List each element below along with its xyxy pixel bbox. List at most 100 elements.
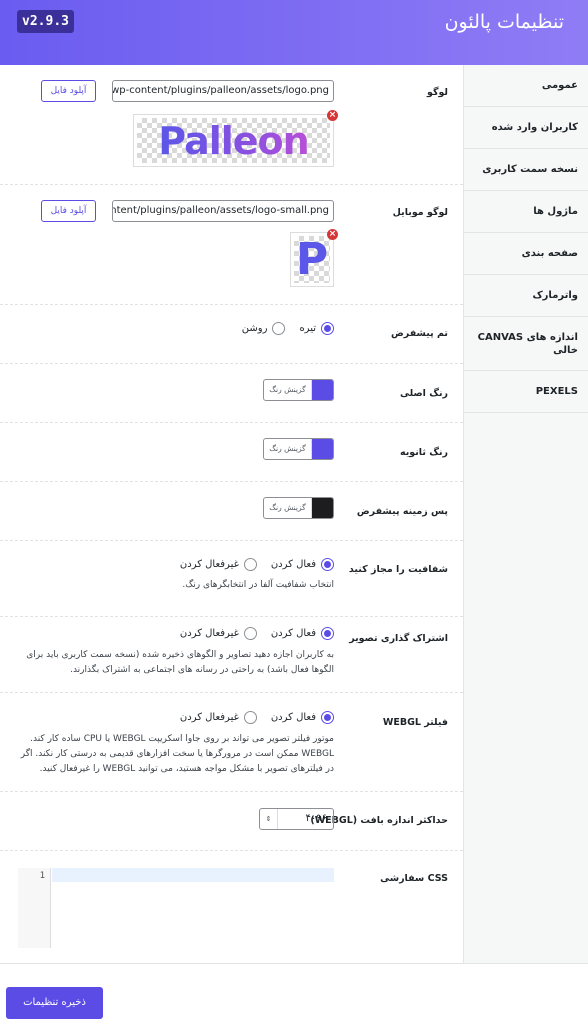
- logo-label: لوگو: [426, 87, 448, 98]
- mobile-logo-upload-button[interactable]: آپلود فایل: [41, 200, 96, 222]
- webgl-filter-label: فیلتر WEBGL: [382, 717, 448, 728]
- color-picker-label: گزینش رنگ: [264, 439, 312, 459]
- theme-dark-label: تیره: [299, 323, 316, 334]
- mobile-logo-row: لوگو موبایل content/plugins/palleon/asse…: [0, 185, 463, 305]
- palleon-small-logo: P: [295, 236, 329, 283]
- sidebar-item-frontend[interactable]: نسخه سمت کاربری: [463, 149, 588, 191]
- sidebar-item-label: اندازه های CANVAS خالی: [477, 331, 578, 356]
- webgl-enable-option[interactable]: فعال کردن: [271, 711, 334, 724]
- theme-dark-option[interactable]: تیره: [299, 322, 334, 335]
- sidebar-item-pagination[interactable]: صفحه بندی: [463, 233, 588, 275]
- sidebar-item-general[interactable]: عمومی: [463, 65, 588, 107]
- logo-remove-icon[interactable]: ×: [327, 110, 338, 121]
- color-picker-label: گزینش رنگ: [264, 380, 312, 400]
- default-background-row: پس زمینه پیشفرض گزینش رنگ: [0, 482, 463, 541]
- sidebar-item-canvas-sizes[interactable]: اندازه های CANVAS خالی: [463, 317, 588, 371]
- max-texture-size-value: ۴۰۹۶: [305, 813, 327, 824]
- header-bar: تنظیمات پالئون v2.9.3: [0, 0, 588, 65]
- secondary-color-swatch: [312, 439, 333, 459]
- sharing-enable-radio[interactable]: [321, 627, 334, 640]
- mobile-logo-label: لوگو موبایل: [392, 207, 448, 218]
- logo-preview: Palleon: [133, 114, 334, 167]
- css-editor-gutter: 1: [18, 868, 51, 948]
- allow-transparency-radio-group: فعال کردن غیرفعال کردن: [166, 558, 334, 571]
- default-theme-row: تم پیشفرض تیره روشن: [0, 305, 463, 364]
- primary-color-swatch: [312, 380, 333, 400]
- transparency-disable-radio[interactable]: [243, 558, 257, 571]
- secondary-color-row: رنگ ثانویه گزینش رنگ: [0, 423, 463, 482]
- transparency-enable-option[interactable]: فعال کردن: [271, 558, 334, 571]
- transparency-enable-label: فعال کردن: [270, 559, 316, 570]
- sidebar-item-logged-in-users[interactable]: کاربران وارد شده: [463, 107, 588, 149]
- logo-upload-button[interactable]: آپلود فایل: [41, 80, 96, 102]
- webgl-disable-radio[interactable]: [243, 711, 257, 724]
- sidebar-item-label: نسخه سمت کاربری: [482, 164, 578, 175]
- sharing-disable-label: غیرفعال کردن: [179, 628, 239, 639]
- max-texture-size-input[interactable]: ⇕ ۴۰۹۶: [259, 808, 334, 830]
- transparency-enable-radio[interactable]: [321, 558, 334, 571]
- webgl-enable-radio[interactable]: [321, 711, 334, 724]
- mobile-logo-url-input[interactable]: content/plugins/palleon/assets/logo-smal…: [112, 200, 334, 222]
- settings-main: لوگو l/wp-content/plugins/palleon/assets…: [0, 65, 463, 963]
- sharing-disable-option[interactable]: غیرفعال کردن: [180, 627, 257, 640]
- mobile-logo-remove-icon[interactable]: ×: [327, 229, 338, 240]
- sidebar-item-label: PEXELS: [535, 386, 578, 397]
- palleon-logo: Palleon: [158, 118, 309, 163]
- sidebar-item-label: واترمارک: [532, 290, 578, 301]
- webgl-filter-description: موتور فیلتر تصویر می تواند بر روی جاوا ا…: [20, 734, 334, 774]
- custom-css-label: CSS سفارشی: [380, 873, 448, 884]
- sharing-disable-radio[interactable]: [243, 627, 257, 640]
- sidebar-item-pexels[interactable]: PEXELS: [463, 371, 588, 413]
- secondary-color-label: رنگ ثانویه: [399, 447, 448, 458]
- image-sharing-row: اشتراک گذاری تصویر فعال کردن غیرفعال کرد…: [0, 617, 463, 693]
- theme-light-label: روشن: [241, 323, 268, 334]
- sidebar-item-label: صفحه بندی: [521, 248, 578, 259]
- webgl-filter-radio-group: فعال کردن غیرفعال کردن: [166, 711, 334, 724]
- secondary-color-picker[interactable]: گزینش رنگ: [263, 438, 334, 460]
- webgl-filter-row: فیلتر WEBGL فعال کردن غیرفعال کردن موتور…: [0, 693, 463, 792]
- footer-bar: ذخیره تنظیمات: [0, 963, 588, 1024]
- theme-light-radio[interactable]: [272, 322, 286, 335]
- theme-light-option[interactable]: روشن: [242, 322, 286, 335]
- default-background-swatch: [312, 498, 333, 518]
- save-settings-button[interactable]: ذخیره تنظیمات: [6, 987, 103, 1019]
- mobile-logo-url-value: content/plugins/palleon/assets/logo-smal…: [112, 205, 329, 216]
- custom-css-row: CSS سفارشی 1: [0, 851, 463, 963]
- color-picker-label: گزینش رنگ: [264, 498, 312, 518]
- custom-css-editor[interactable]: 1: [18, 868, 334, 948]
- logo-url-value: l/wp-content/plugins/palleon/assets/logo…: [112, 85, 329, 96]
- settings-sidebar: عمومی کاربران وارد شده نسخه سمت کاربری م…: [463, 65, 588, 963]
- spinner-arrows-icon[interactable]: ⇕: [260, 809, 278, 829]
- version-badge: v2.9.3: [17, 10, 74, 33]
- default-background-label: پس زمینه پیشفرض: [356, 506, 448, 517]
- transparency-disable-option[interactable]: غیرفعال کردن: [180, 558, 257, 571]
- sidebar-item-label: عمومی: [541, 80, 578, 91]
- primary-color-row: رنگ اصلی گزینش رنگ: [0, 364, 463, 423]
- allow-transparency-row: شفافیت را مجاز کنید فعال کردن غیرفعال کر…: [0, 541, 463, 617]
- webgl-enable-label: فعال کردن: [270, 712, 316, 723]
- sidebar-item-label: کاربران وارد شده: [491, 122, 578, 133]
- mobile-logo-preview: P: [290, 232, 334, 287]
- webgl-disable-option[interactable]: غیرفعال کردن: [180, 711, 257, 724]
- sidebar-item-label: ماژول ها: [533, 206, 578, 217]
- max-texture-size-label: حداکثر اندازه بافت (WEBGL): [310, 815, 448, 826]
- logo-url-input[interactable]: l/wp-content/plugins/palleon/assets/logo…: [112, 80, 334, 102]
- logo-row: لوگو l/wp-content/plugins/palleon/assets…: [0, 65, 463, 185]
- image-sharing-description: به کاربران اجازه دهید تصاویر و الگوهای ذ…: [26, 650, 334, 675]
- sharing-enable-option[interactable]: فعال کردن: [271, 627, 334, 640]
- default-theme-label: تم پیشفرض: [391, 328, 448, 339]
- default-theme-radio-group: تیره روشن: [228, 322, 334, 335]
- default-background-picker[interactable]: گزینش رنگ: [263, 497, 334, 519]
- sidebar-item-watermark[interactable]: واترمارک: [463, 275, 588, 317]
- sidebar-item-modules[interactable]: ماژول ها: [463, 191, 588, 233]
- primary-color-picker[interactable]: گزینش رنگ: [263, 379, 334, 401]
- allow-transparency-description: انتخاب شفافیت آلفا در انتخابگرهای رنگ.: [182, 580, 334, 590]
- sharing-enable-label: فعال کردن: [270, 628, 316, 639]
- css-editor-active-line[interactable]: [52, 868, 334, 882]
- max-texture-size-row: حداکثر اندازه بافت (WEBGL) ⇕ ۴۰۹۶: [0, 792, 463, 851]
- image-sharing-label: اشتراک گذاری تصویر: [349, 633, 448, 644]
- webgl-disable-label: غیرفعال کردن: [179, 712, 239, 723]
- theme-dark-radio[interactable]: [321, 322, 334, 335]
- transparency-disable-label: غیرفعال کردن: [179, 559, 239, 570]
- primary-color-label: رنگ اصلی: [400, 388, 448, 399]
